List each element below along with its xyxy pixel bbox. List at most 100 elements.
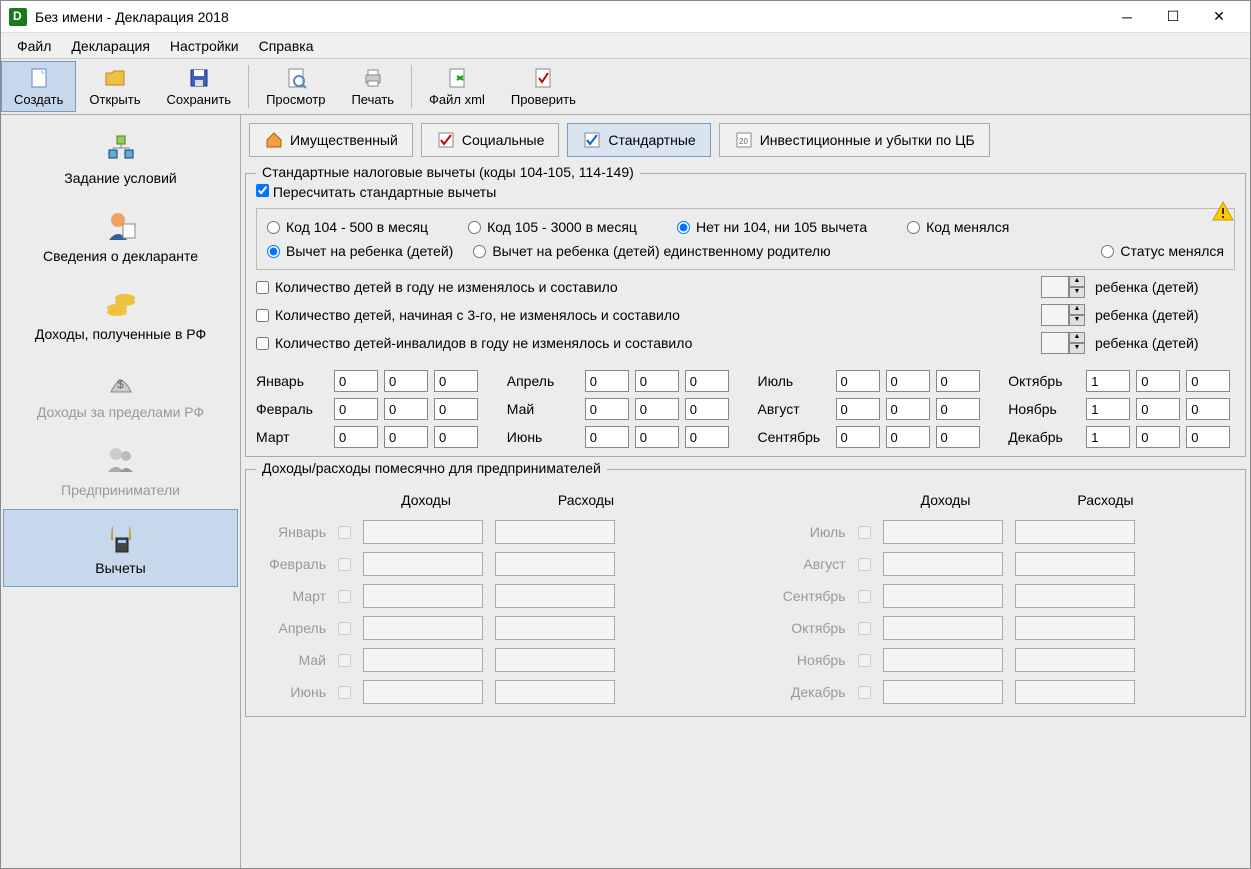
sidebar-declarant[interactable]: Сведения о декларанте xyxy=(3,197,238,275)
month-4-val-0[interactable] xyxy=(585,398,629,420)
toolbar-print[interactable]: Печать xyxy=(338,61,407,112)
month-9: Октябрь xyxy=(1008,370,1235,392)
radio-code-changed[interactable]: Код менялся xyxy=(907,219,1009,235)
month-1-val-1[interactable] xyxy=(384,398,428,420)
biz-income-Май xyxy=(363,648,483,672)
month-0-val-2[interactable] xyxy=(434,370,478,392)
biz-expense-Апрель xyxy=(495,616,615,640)
month-3-val-0[interactable] xyxy=(585,370,629,392)
month-10-val-1[interactable] xyxy=(1136,398,1180,420)
radio-status-changed[interactable]: Статус менялся xyxy=(1101,243,1224,259)
toolbar-save[interactable]: Сохранить xyxy=(153,61,244,112)
entrepreneurs-icon xyxy=(103,442,139,478)
month-4-val-2[interactable] xyxy=(685,398,729,420)
toolbar-check[interactable]: Проверить xyxy=(498,61,589,112)
month-4: Май xyxy=(507,398,734,420)
month-2-val-2[interactable] xyxy=(434,426,478,448)
month-0-val-0[interactable] xyxy=(334,370,378,392)
tab-standard[interactable]: Стандартные xyxy=(567,123,710,157)
radio-code-104[interactable]: Код 104 - 500 в месяц xyxy=(267,219,428,235)
month-11-val-2[interactable] xyxy=(1186,426,1230,448)
tab-social[interactable]: Социальные xyxy=(421,123,560,157)
month-7-val-0[interactable] xyxy=(836,398,880,420)
spin-up-icon[interactable]: ▲ xyxy=(1069,332,1085,343)
maximize-button[interactable]: ☐ xyxy=(1150,2,1196,32)
month-6-val-0[interactable] xyxy=(836,370,880,392)
menu-настройки[interactable]: Настройки xyxy=(160,34,249,58)
radio-child-deduction[interactable]: Вычет на ребенка (детей) xyxy=(267,243,453,259)
month-10-val-0[interactable] xyxy=(1086,398,1130,420)
month-1-val-0[interactable] xyxy=(334,398,378,420)
sidebar-income_rf[interactable]: Доходы, полученные в РФ xyxy=(3,275,238,353)
biz-expense-Февраль xyxy=(495,552,615,576)
biz-income-Октябрь xyxy=(883,616,1003,640)
sidebar-conditions[interactable]: Задание условий xyxy=(3,119,238,197)
tab-property[interactable]: Имущественный xyxy=(249,123,413,157)
biz-check-Апрель xyxy=(338,622,351,635)
month-3-val-2[interactable] xyxy=(685,370,729,392)
month-11-val-1[interactable] xyxy=(1136,426,1180,448)
child-count-check-3[interactable] xyxy=(256,337,269,350)
biz-check-Июль xyxy=(858,526,871,539)
month-0-val-1[interactable] xyxy=(384,370,428,392)
month-9-val-1[interactable] xyxy=(1136,370,1180,392)
month-5-val-2[interactable] xyxy=(685,426,729,448)
month-5-val-1[interactable] xyxy=(635,426,679,448)
recalc-checkbox[interactable] xyxy=(256,184,269,197)
month-3-val-1[interactable] xyxy=(635,370,679,392)
biz-income-Февраль xyxy=(363,552,483,576)
window-title: Без имени - Декларация 2018 xyxy=(35,9,1104,25)
menu-справка[interactable]: Справка xyxy=(249,34,324,58)
month-6-val-2[interactable] xyxy=(936,370,980,392)
spin-down-icon[interactable]: ▼ xyxy=(1069,343,1085,354)
month-8-val-0[interactable] xyxy=(836,426,880,448)
toolbar-create[interactable]: Создать xyxy=(1,61,76,112)
month-9-val-0[interactable] xyxy=(1086,370,1130,392)
month-10-val-2[interactable] xyxy=(1186,398,1230,420)
month-7-val-1[interactable] xyxy=(886,398,930,420)
radio-single-parent[interactable]: Вычет на ребенка (детей) единственному р… xyxy=(473,243,830,259)
toolbar-open[interactable]: Открыть xyxy=(76,61,153,112)
menu-файл[interactable]: Файл xyxy=(7,34,61,58)
child-count-check-1[interactable] xyxy=(256,281,269,294)
child-count-check-2[interactable] xyxy=(256,309,269,322)
month-7: Август xyxy=(758,398,985,420)
radio-code-none[interactable]: Нет ни 104, ни 105 вычета xyxy=(677,219,867,235)
month-4-val-1[interactable] xyxy=(635,398,679,420)
recalc-checkbox-label[interactable]: Пересчитать стандартные вычеты xyxy=(256,184,496,200)
spin-up-icon[interactable]: ▲ xyxy=(1069,304,1085,315)
month-8-val-2[interactable] xyxy=(936,426,980,448)
radio-code-105[interactable]: Код 105 - 3000 в месяц xyxy=(468,219,637,235)
spin-down-icon[interactable]: ▼ xyxy=(1069,315,1085,326)
month-1-val-2[interactable] xyxy=(434,398,478,420)
sidebar-deductions[interactable]: Вычеты xyxy=(3,509,238,587)
month-9-val-2[interactable] xyxy=(1186,370,1230,392)
menu-декларация[interactable]: Декларация xyxy=(61,34,160,58)
month-11-val-0[interactable] xyxy=(1086,426,1130,448)
deduction-tabs: ИмущественныйСоциальныеСтандартные 20Инве… xyxy=(245,119,1246,161)
biz-check-Июнь xyxy=(338,686,351,699)
close-button[interactable]: ✕ xyxy=(1196,2,1242,32)
sidebar: Задание условийСведения о декларантеДохо… xyxy=(1,115,241,868)
month-6-val-1[interactable] xyxy=(886,370,930,392)
spin-down-icon[interactable]: ▼ xyxy=(1069,287,1085,298)
month-7-val-2[interactable] xyxy=(936,398,980,420)
tab-invest[interactable]: 20Инвестиционные и убытки по ЦБ xyxy=(719,123,990,157)
month-2-val-0[interactable] xyxy=(334,426,378,448)
child-count-row-1: Количество детей в году не изменялось и … xyxy=(256,276,1235,298)
spin-up-icon[interactable]: ▲ xyxy=(1069,276,1085,287)
child-count-input-2[interactable] xyxy=(1041,304,1069,326)
child-count-input-1[interactable] xyxy=(1041,276,1069,298)
child-count-input-3[interactable] xyxy=(1041,332,1069,354)
svg-text:20: 20 xyxy=(739,137,748,146)
minimize-button[interactable]: ─ xyxy=(1104,2,1150,32)
toolbar: СоздатьОткрытьСохранитьПросмотрПечатьФай… xyxy=(1,59,1250,115)
month-5-val-0[interactable] xyxy=(585,426,629,448)
biz-row-Июль: Июль xyxy=(776,516,1236,548)
toolbar-xml[interactable]: Файл xml xyxy=(416,61,498,112)
month-8-val-1[interactable] xyxy=(886,426,930,448)
month-8: Сентябрь xyxy=(758,426,985,448)
entrepreneur-monthly-group: Доходы/расходы помесячно для предпринима… xyxy=(245,469,1246,717)
month-2-val-1[interactable] xyxy=(384,426,428,448)
toolbar-preview[interactable]: Просмотр xyxy=(253,61,338,112)
